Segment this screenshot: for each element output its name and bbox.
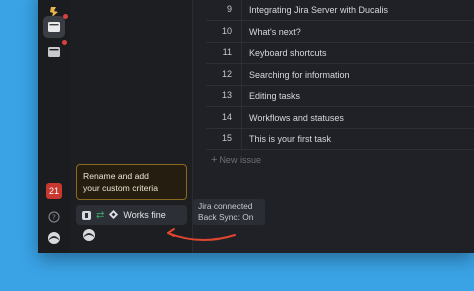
issue-title: What's next?: [249, 26, 301, 37]
jira-icon: [109, 209, 119, 221]
criteria-tooltip: Rename and add your custom criteria: [76, 164, 187, 200]
issue-number: 14: [206, 107, 242, 128]
board-icon-active[interactable]: [43, 14, 68, 38]
pointer-arrow-icon: [167, 228, 236, 242]
issue-row[interactable]: 9 Integrating Jira Server with Ducalis: [206, 0, 474, 21]
issue-number: 12: [206, 64, 242, 85]
unread-dot: [63, 14, 68, 19]
issue-title: Workflows and statuses: [249, 112, 344, 123]
issue-title: Searching for information: [249, 69, 350, 80]
new-issue-label: New issue: [219, 155, 261, 165]
integration-status-label: Works fine: [123, 210, 166, 220]
issue-title: Editing tasks: [249, 90, 301, 101]
issue-row[interactable]: 10 What's next?: [206, 21, 474, 43]
svg-text:?: ?: [52, 214, 56, 222]
issue-number: 10: [206, 21, 242, 42]
issue-number: 15: [206, 128, 242, 149]
new-issue-button[interactable]: + New issue: [211, 154, 261, 166]
status-line: Jira connected: [198, 201, 253, 211]
issue-row[interactable]: 12 Searching for information: [206, 64, 474, 86]
issue-title: Integrating Jira Server with Ducalis: [249, 4, 389, 15]
issue-row[interactable]: 11 Keyboard shortcuts: [206, 42, 474, 64]
left-rail: 21 ?: [38, 0, 71, 253]
tooltip-line: your custom criteria: [83, 183, 158, 193]
ducalis-square-icon: [82, 210, 91, 220]
sync-arrows-icon: ⇄: [96, 209, 105, 221]
issue-title: This is your first task: [249, 133, 332, 144]
help-icon[interactable]: ?: [44, 207, 64, 227]
issue-number: 11: [206, 42, 242, 63]
tooltip-line: Rename and add: [83, 171, 149, 181]
issue-row[interactable]: 13 Editing tasks: [206, 85, 474, 107]
account-avatar-icon[interactable]: [82, 228, 96, 247]
issue-number: 13: [206, 85, 242, 106]
plus-icon: +: [211, 154, 218, 166]
issue-number: 9: [206, 0, 242, 20]
issue-row[interactable]: 14 Workflows and statuses: [206, 107, 474, 129]
issue-title: Keyboard shortcuts: [249, 47, 327, 58]
user-avatar-icon[interactable]: [44, 228, 64, 248]
notification-badge[interactable]: 21: [46, 183, 62, 199]
board-icon[interactable]: [44, 40, 67, 62]
unread-dot: [62, 40, 67, 45]
issue-row[interactable]: 15 This is your first task: [206, 128, 474, 150]
